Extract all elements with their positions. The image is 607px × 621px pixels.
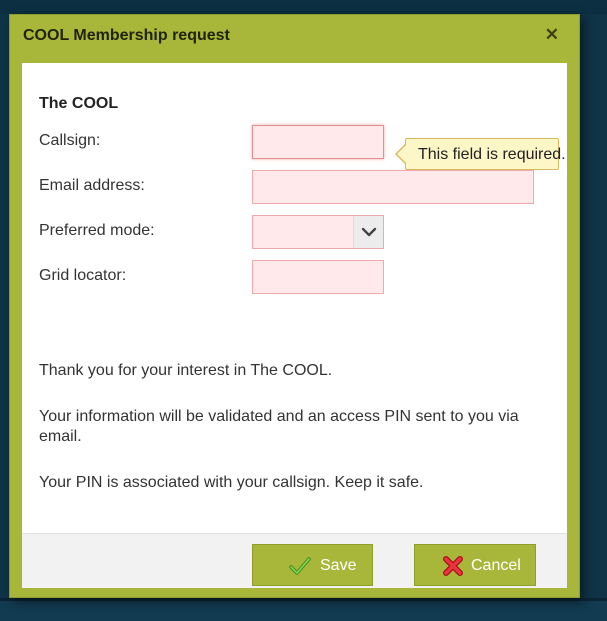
email-input[interactable]	[252, 170, 534, 204]
callsign-input[interactable]	[252, 125, 384, 159]
dialog-title: COOL Membership request	[23, 27, 230, 44]
page-background-top	[0, 0, 607, 14]
info-paragraph-3: Your PIN is associated with your callsig…	[39, 474, 424, 491]
check-icon	[289, 557, 311, 575]
dialog-body: The COOL Callsign: Email address: Prefer…	[22, 63, 567, 533]
callsign-label: Callsign:	[39, 132, 101, 149]
membership-dialog: COOL Membership request ✕ The COOL Calls…	[9, 14, 580, 598]
tooltip-arrow-fill	[397, 144, 407, 164]
dialog-titlebar[interactable]: COOL Membership request ✕	[10, 15, 579, 51]
chevron-down-icon	[361, 227, 377, 237]
save-label: Save	[320, 557, 357, 574]
info-paragraph-1: Thank you for your interest in The COOL.	[39, 362, 333, 379]
x-icon	[443, 556, 463, 576]
email-label: Email address:	[39, 177, 145, 194]
save-button[interactable]: Save	[252, 544, 373, 586]
page-background-bottom	[0, 598, 607, 621]
grid-locator-label: Grid locator:	[39, 267, 127, 284]
page-background-divider	[0, 598, 607, 601]
validation-tooltip: This field is required.	[395, 138, 566, 170]
cancel-button[interactable]: Cancel	[414, 544, 536, 586]
section-title: The COOL	[39, 95, 119, 112]
preferred-mode-label: Preferred mode:	[39, 222, 155, 239]
grid-locator-input[interactable]	[252, 260, 384, 294]
select-toggle[interactable]	[353, 216, 383, 248]
dialog-footer: Save Cancel	[22, 533, 567, 588]
tooltip-text: This field is required.	[418, 146, 566, 163]
cancel-label: Cancel	[471, 557, 521, 574]
info-paragraph-2: Your information will be validated and a…	[39, 408, 519, 445]
preferred-mode-select[interactable]	[252, 215, 384, 249]
close-icon[interactable]: ✕	[545, 26, 559, 43]
